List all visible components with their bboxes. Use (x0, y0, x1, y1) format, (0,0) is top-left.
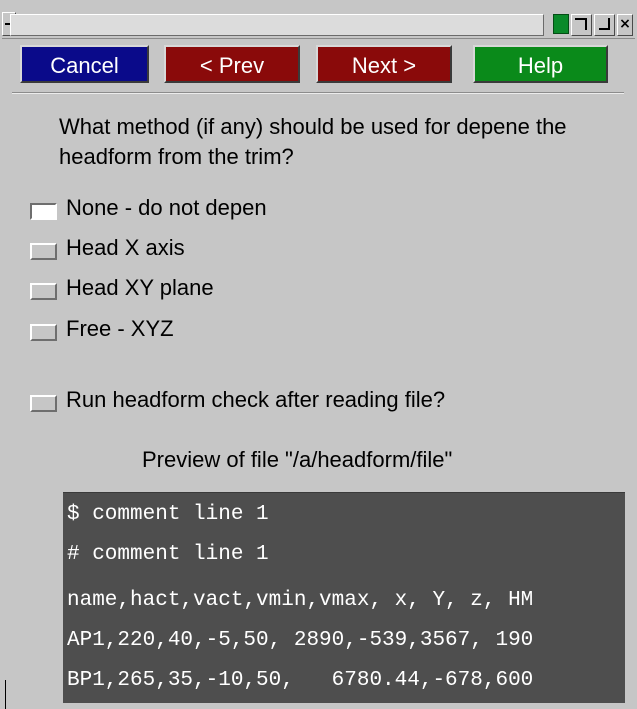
minimize-icon[interactable] (571, 14, 592, 36)
left-edge-line (5, 680, 6, 709)
question-text: What method (if any) should be used for … (59, 114, 567, 169)
cancel-button[interactable]: Cancel (20, 45, 149, 83)
prev-button[interactable]: < Prev (164, 45, 300, 83)
option-head-xy-plane[interactable]: Head XY plane (30, 273, 214, 303)
option-label: Head X axis (66, 235, 185, 260)
green-indicator-icon (553, 14, 569, 34)
close-icon[interactable]: × (617, 14, 633, 36)
run-check-label: Run headform check after reading file? (66, 387, 446, 412)
preview-line: # comment line 1 (67, 543, 269, 566)
file-preview: $ comment line 1 # comment line 1 name,h… (63, 492, 625, 703)
preview-line: BP1,265,35,-10,50, 6780.44,-678,600 (67, 669, 534, 692)
radio-head-xy-plane[interactable] (30, 282, 57, 300)
run-check-toggle[interactable]: Run headform check after reading file? (30, 385, 445, 415)
option-label: Head XY plane (66, 275, 214, 300)
option-free-xyz[interactable]: Free - XYZ (30, 314, 174, 344)
next-button[interactable]: Next > (316, 45, 452, 83)
title-track[interactable] (10, 14, 544, 36)
radio-free-xyz[interactable] (30, 323, 57, 341)
run-check-checkbox[interactable] (30, 394, 57, 412)
preview-line: $ comment line 1 (67, 503, 269, 526)
preview-line: name,hact,vact,vmin,vmax, x, Y, z, HM (67, 589, 534, 612)
option-none[interactable]: None - do not depen (30, 193, 267, 223)
radio-none[interactable] (30, 202, 57, 220)
preview-title: Preview of file "/a/headform/file" (142, 447, 453, 472)
option-label: None - do not depen (66, 195, 267, 220)
radio-head-x-axis[interactable] (30, 242, 57, 260)
maximize-icon[interactable] (594, 14, 615, 36)
option-label: Free - XYZ (66, 316, 174, 341)
option-head-x-axis[interactable]: Head X axis (30, 233, 185, 263)
dialog-window: × Cancel < Prev Next > Help What method … (0, 0, 637, 709)
window-controls: × (553, 14, 633, 36)
divider (12, 92, 624, 94)
help-button[interactable]: Help (473, 45, 608, 83)
preview-line: AP1,220,40,-5,50, 2890,-539,3567, 190 (67, 629, 534, 652)
title-bar[interactable]: × (2, 2, 635, 39)
